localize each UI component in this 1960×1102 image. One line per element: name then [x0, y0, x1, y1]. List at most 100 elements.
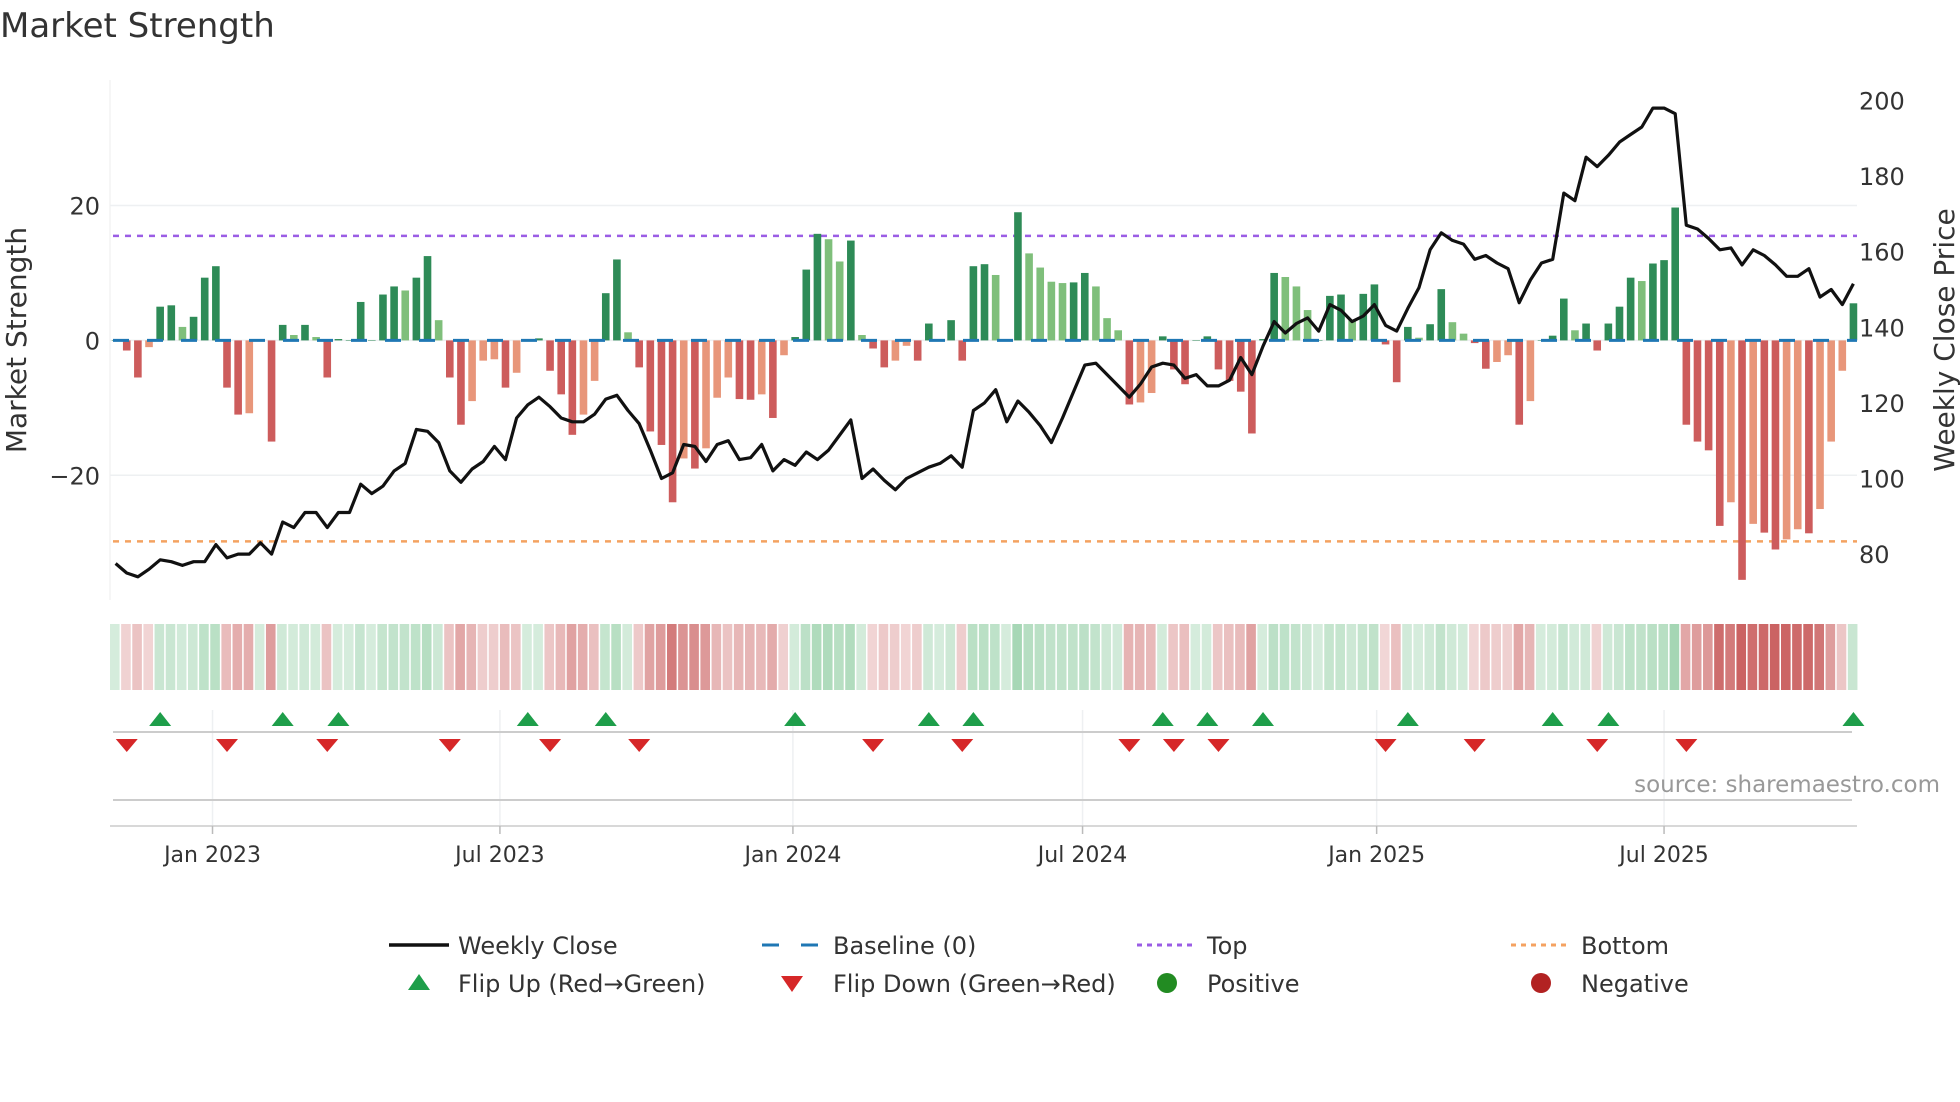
heat-strip-cell — [689, 624, 699, 690]
flip-down-marker — [1374, 739, 1397, 752]
strength-bar — [1092, 286, 1100, 341]
heat-strip-cell — [1558, 624, 1568, 690]
legend-label: Weekly Close — [458, 932, 618, 960]
heat-strip-cell — [1814, 624, 1825, 690]
heat-strip-cell — [1725, 624, 1735, 690]
heat-strip-cell — [1836, 624, 1847, 690]
heat-strip-cell — [1669, 624, 1680, 690]
heat-strip-cell — [1068, 624, 1078, 690]
strength-bar — [657, 340, 666, 445]
flip-up-marker — [516, 712, 539, 726]
heat-strip-cell — [1301, 624, 1312, 690]
strength-bar — [234, 340, 242, 415]
heat-strip-cell — [511, 624, 521, 690]
legend-circle-icon — [1157, 973, 1177, 993]
legend-label: Flip Down (Green→Red) — [833, 970, 1116, 998]
heat-strip-cell — [444, 624, 454, 690]
strength-bar — [746, 340, 755, 400]
heat-strip-cell — [1502, 624, 1513, 690]
heat-strip-cell — [1368, 624, 1379, 690]
heat-strip-cell — [366, 624, 376, 690]
legend-label: Flip Up (Red→Green) — [458, 970, 706, 998]
heat-strip-cell — [878, 624, 889, 690]
heat-strip-cell — [1469, 624, 1479, 690]
strength-bar — [1571, 330, 1579, 341]
heat-strip-cell — [388, 624, 399, 690]
y2-axis-title: Weekly Close Price — [1928, 208, 1960, 471]
heat-strip-cell — [1012, 624, 1022, 690]
legend-label: Positive — [1207, 970, 1300, 998]
heat-strip-cell — [399, 624, 410, 690]
heat-strip-cell — [1569, 624, 1579, 690]
y2-tick-label: 120 — [1859, 390, 1905, 418]
strength-bar — [891, 340, 900, 361]
strength-bar — [1660, 260, 1668, 341]
strength-bar — [457, 340, 465, 425]
strength-bar — [1637, 281, 1646, 341]
heat-strip-cell — [900, 624, 911, 690]
strength-bar — [1014, 212, 1022, 341]
heat-strip-cell — [967, 624, 978, 690]
heat-strip-cell — [1246, 624, 1256, 690]
heat-strip-cell — [1123, 624, 1134, 690]
strength-bar — [1248, 340, 1256, 434]
strength-bar — [1493, 340, 1501, 362]
strength-bar — [1805, 340, 1813, 534]
heat-strip-cell — [789, 624, 800, 690]
strength-bar — [1593, 340, 1602, 351]
heat-strip-cell — [1179, 624, 1190, 690]
strength-bar — [501, 340, 510, 388]
legend-label: Baseline (0) — [833, 932, 976, 960]
strength-bar — [880, 340, 889, 368]
strength-bar — [323, 340, 332, 378]
strength-bar — [991, 274, 1000, 341]
strength-bar — [724, 340, 733, 378]
strength-bar — [468, 340, 476, 402]
y2-tick-label: 200 — [1859, 88, 1905, 116]
flip-up-marker — [327, 712, 350, 726]
heat-strip-cell — [1580, 624, 1591, 690]
strength-bar — [847, 240, 855, 341]
weekly-close-line — [114, 106, 1855, 579]
flip-up-marker — [962, 712, 985, 726]
heat-strip-cell — [633, 624, 644, 690]
strength-bar — [267, 340, 276, 442]
heat-strip-cell — [1680, 624, 1691, 690]
strength-bar — [1114, 330, 1122, 341]
heat-strip-cell — [1201, 624, 1212, 690]
heat-strip-cell — [778, 624, 788, 690]
strength-bar — [401, 290, 410, 341]
strength-bar — [1715, 340, 1724, 526]
strength-bar — [1426, 324, 1434, 341]
heat-strip-cell — [1547, 624, 1557, 690]
heat-strip-cell — [1168, 624, 1178, 690]
strength-bar — [1526, 340, 1535, 402]
strength-bar — [301, 324, 309, 341]
strength-bar — [557, 340, 565, 395]
strength-bar — [490, 340, 499, 360]
strength-bar — [579, 340, 588, 415]
heat-strip-cell — [110, 624, 120, 690]
x-tick-label: Jul 2023 — [453, 843, 545, 868]
heat-strip-cell — [421, 624, 432, 690]
flip-up-marker — [1196, 712, 1219, 726]
heat-strip-cell — [466, 624, 477, 690]
x-tick-label: Jul 2024 — [1036, 843, 1128, 868]
heat-strip-cell — [121, 624, 131, 690]
flip-up-marker — [594, 712, 617, 726]
strength-bar — [1214, 340, 1223, 370]
strength-bar — [1025, 253, 1033, 341]
heat-strip-cell — [1736, 624, 1747, 690]
strength-bar — [1080, 272, 1089, 341]
heat-strip-cell — [1346, 624, 1357, 690]
heat-strip-cell — [856, 624, 866, 690]
flip-up-marker — [1597, 712, 1620, 726]
heat-strip-cell — [1101, 624, 1112, 690]
y-tick-label: −20 — [49, 462, 100, 490]
flip-up-marker — [1151, 712, 1174, 726]
strength-bar — [1404, 326, 1412, 341]
heat-strip-cell — [355, 624, 365, 690]
strength-bar — [1337, 294, 1345, 341]
heat-strip-cell — [143, 624, 154, 690]
heat-strip-cell — [867, 624, 878, 690]
